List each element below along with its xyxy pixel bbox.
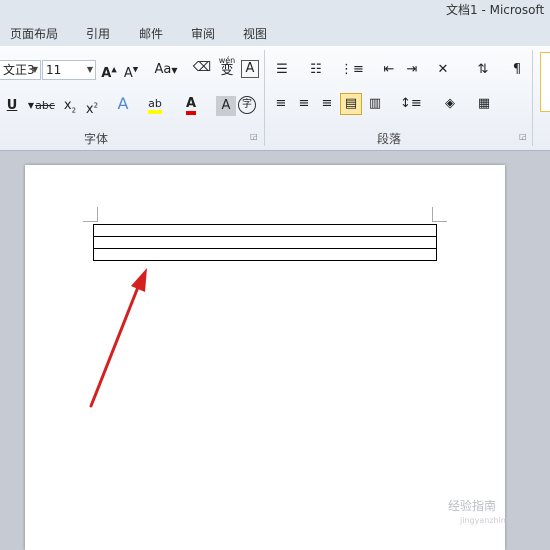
watermark-subtext: jingyanzhinan.com xyxy=(460,516,536,525)
annotation-arrow xyxy=(89,268,147,408)
watermark-text: 经验指南 xyxy=(448,499,497,513)
arrow-shaft xyxy=(89,280,142,408)
arrow-head xyxy=(131,268,147,292)
